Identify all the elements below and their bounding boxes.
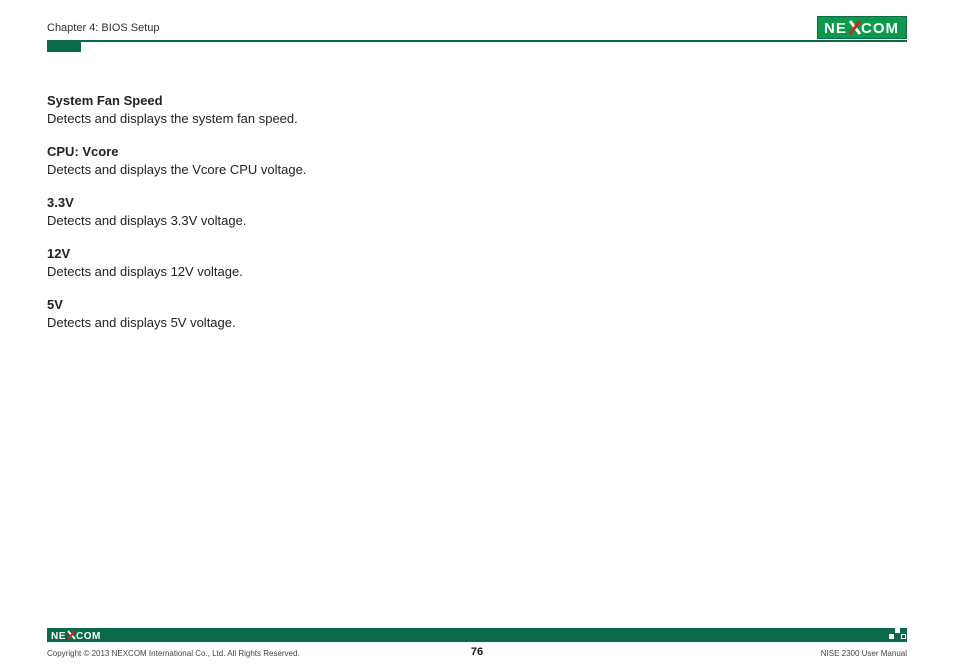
nexcom-logo-small-icon: NE COM (51, 629, 109, 641)
spec-item: CPU: Vcore Detects and displays the Vcor… (47, 143, 527, 178)
spec-heading: 12V (47, 245, 527, 263)
spec-item: 5V Detects and displays 5V voltage. (47, 296, 527, 331)
spec-heading: 5V (47, 296, 527, 314)
chapter-title: Chapter 4: BIOS Setup (47, 22, 160, 34)
spec-heading: System Fan Speed (47, 92, 527, 110)
spec-description: Detects and displays 12V voltage. (47, 263, 527, 281)
spec-description: Detects and displays the Vcore CPU volta… (47, 161, 527, 179)
side-tab (47, 40, 81, 52)
logo-text-right: COM (861, 20, 899, 37)
spec-description: Detects and displays the system fan spee… (47, 110, 527, 128)
brand-logo-bottom: NE COM (51, 629, 109, 641)
nexcom-logo-icon: NE COM (817, 16, 907, 39)
page-header: Chapter 4: BIOS Setup (47, 18, 907, 36)
page: Chapter 4: BIOS Setup NE COM System Fan … (0, 0, 954, 672)
spec-item: 3.3V Detects and displays 3.3V voltage. (47, 194, 527, 229)
manual-name: NISE 2300 User Manual (821, 649, 907, 658)
spec-item: 12V Detects and displays 12V voltage. (47, 245, 527, 280)
spec-item: System Fan Speed Detects and displays th… (47, 92, 527, 127)
svg-text:COM: COM (76, 631, 101, 641)
spec-description: Detects and displays 3.3V voltage. (47, 212, 527, 230)
spec-heading: 3.3V (47, 194, 527, 212)
svg-text:NE: NE (51, 631, 66, 641)
footer-bar: NE COM (47, 628, 907, 642)
page-number: 76 (0, 646, 954, 658)
spec-heading: CPU: Vcore (47, 143, 527, 161)
logo-text-left: NE (824, 20, 847, 37)
footer-marker-icon (889, 628, 907, 642)
spec-description: Detects and displays 5V voltage. (47, 314, 527, 332)
content-area: System Fan Speed Detects and displays th… (47, 92, 527, 347)
header-rule (47, 40, 907, 42)
